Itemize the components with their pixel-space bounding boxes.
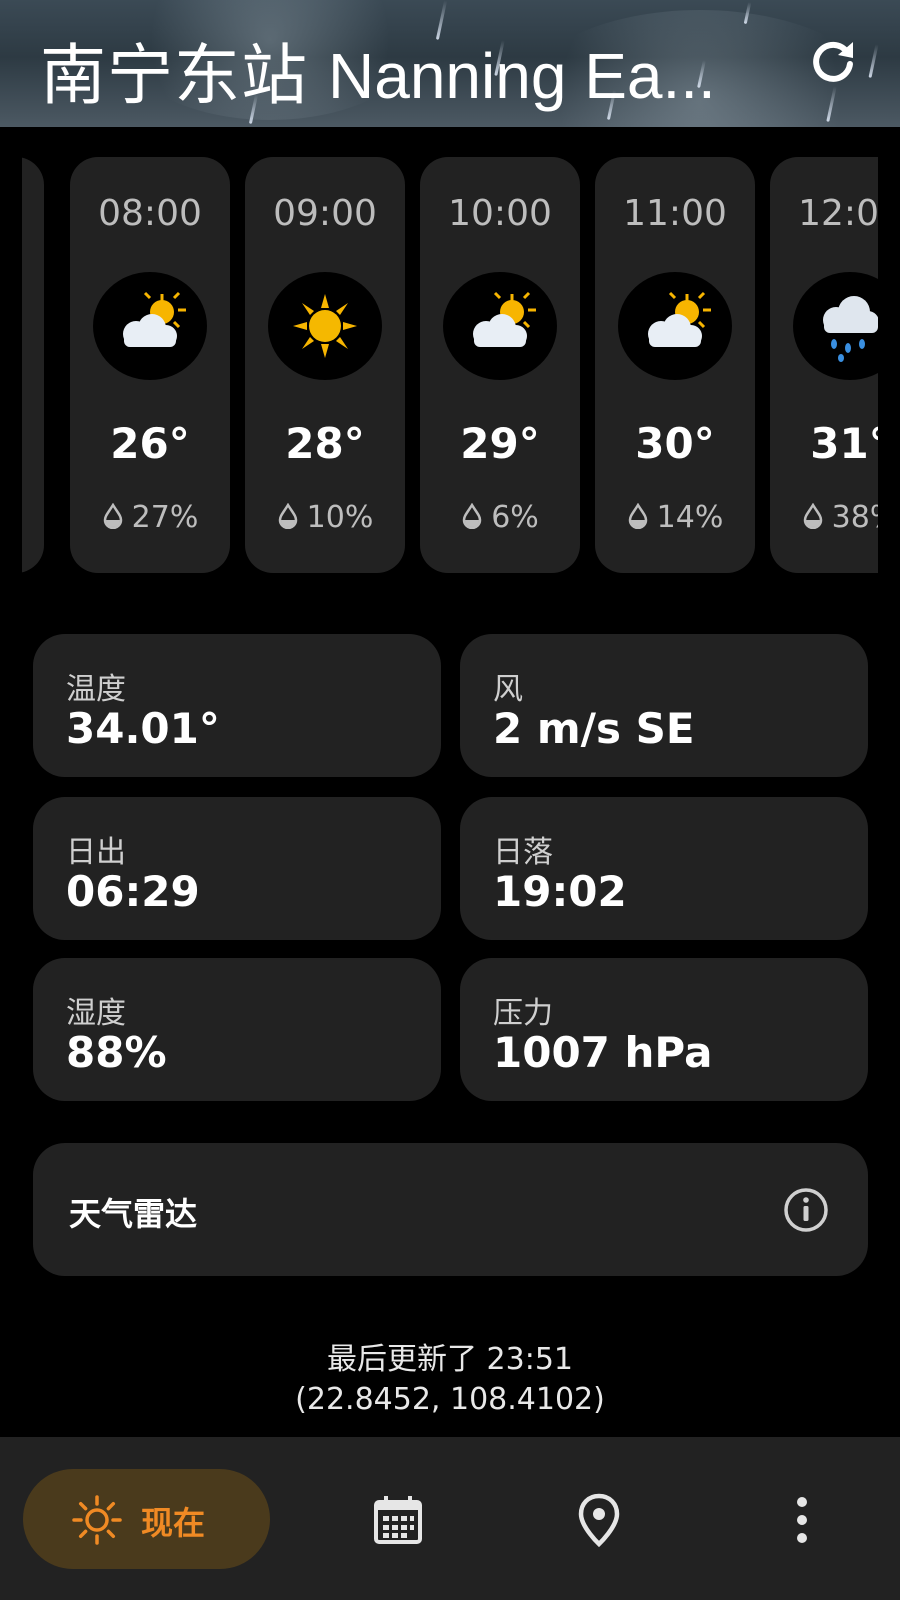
info-icon[interactable] [783, 1187, 829, 1233]
partly-cloudy-icon [473, 291, 536, 347]
nav-item-now[interactable]: 现在 [23, 1469, 270, 1569]
stat-label: 风 [493, 672, 523, 707]
hour-time: 12:00 [798, 193, 878, 234]
hour-precipitation: 14% [595, 500, 755, 535]
location-title-en: Nanning Ea... [328, 40, 716, 112]
stat-temperature: 温度 34.01° [33, 634, 441, 777]
last-updated: 最后更新了 23:51 [327, 1342, 573, 1377]
stat-label: 温度 [66, 672, 126, 707]
precip-value: 14% [656, 500, 724, 535]
hour-card[interactable]: 08:00 26° 27% [70, 157, 230, 573]
raindrop-icon [628, 503, 647, 529]
raindrop-icon [103, 503, 122, 529]
rain-cloud-icon [823, 296, 878, 362]
stat-pressure: 压力 1007 hPa [460, 958, 868, 1101]
hour-card[interactable]: 12:00 31° 38% [770, 157, 878, 573]
hour-temperature: 28° [285, 419, 365, 468]
hourly-forecast[interactable]: 08:00 26° 27% 09:00 28° 10% 10:00 29° 6%… [22, 157, 878, 575]
precip-value: 38% [831, 500, 878, 535]
coordinates: (22.8452, 108.4102) [295, 1382, 605, 1417]
partly-cloudy-icon [648, 291, 711, 347]
hour-precipitation: 6% [420, 500, 580, 535]
location-title: 南宁东站 Nanning Ea... [40, 22, 720, 118]
hour-temperature: 29° [460, 419, 540, 468]
hour-card[interactable]: 10:00 29° 6% [420, 157, 580, 573]
rain-streak [868, 44, 879, 78]
stat-label: 湿度 [66, 996, 126, 1031]
location-title-zh: 南宁东站 [40, 37, 308, 114]
stat-label: 日落 [493, 835, 553, 870]
hour-precipitation: 10% [245, 500, 405, 535]
stat-label: 压力 [493, 996, 553, 1031]
precip-value: 10% [306, 500, 374, 535]
hour-time: 11:00 [623, 193, 727, 234]
calendar-icon[interactable] [370, 1492, 426, 1548]
sunny-icon [293, 294, 357, 358]
hour-temperature: 30° [635, 419, 715, 468]
weather-icon-background [793, 272, 878, 380]
hour-precipitation: 38% [770, 500, 878, 535]
hour-time: 10:00 [448, 193, 552, 234]
hour-temperature: 31° [810, 419, 878, 468]
stat-value: 88% [66, 1028, 167, 1077]
stat-label: 日出 [66, 835, 126, 870]
weather-icon-background [268, 272, 382, 380]
raindrop-icon [803, 503, 822, 529]
hour-time: 09:00 [273, 193, 377, 234]
raindrop-icon [278, 503, 297, 529]
sun-icon [72, 1495, 122, 1545]
hour-temperature: 26° [110, 419, 190, 468]
nav-item-now-label: 现在 [141, 1504, 206, 1542]
stat-value: 2 m/s SE [493, 704, 695, 753]
weather-radar-card[interactable]: 天气雷达 [33, 1143, 868, 1276]
weather-icon-background [618, 272, 732, 380]
raindrop-icon [462, 503, 482, 529]
hour-card-previous[interactable] [22, 157, 44, 573]
weather-icon-background [443, 272, 557, 380]
refresh-icon[interactable] [808, 36, 858, 86]
bottom-navigation: 现在 [0, 1437, 900, 1600]
precip-value: 6% [491, 500, 539, 535]
stat-value: 19:02 [493, 867, 627, 916]
stat-value: 06:29 [66, 867, 200, 916]
location-pin-icon[interactable] [571, 1492, 627, 1548]
stat-sunset: 日落 19:02 [460, 797, 868, 940]
hour-card[interactable]: 11:00 30° 14% [595, 157, 755, 573]
hour-precipitation: 27% [70, 500, 230, 535]
stat-humidity: 湿度 88% [33, 958, 441, 1101]
hour-time: 08:00 [98, 193, 202, 234]
stat-sunrise: 日出 06:29 [33, 797, 441, 940]
stat-value: 34.01° [66, 704, 220, 753]
stat-wind: 风 2 m/s SE [460, 634, 868, 777]
more-vert-icon[interactable] [774, 1492, 830, 1548]
weather-radar-label: 天气雷达 [69, 1195, 198, 1233]
precip-value: 27% [131, 500, 199, 535]
weather-icon-background [93, 272, 207, 380]
partly-cloudy-icon [123, 291, 186, 347]
stat-value: 1007 hPa [493, 1028, 713, 1077]
hour-card[interactable]: 09:00 28° 10% [245, 157, 405, 573]
header: 南宁东站 Nanning Ea... [0, 0, 900, 127]
